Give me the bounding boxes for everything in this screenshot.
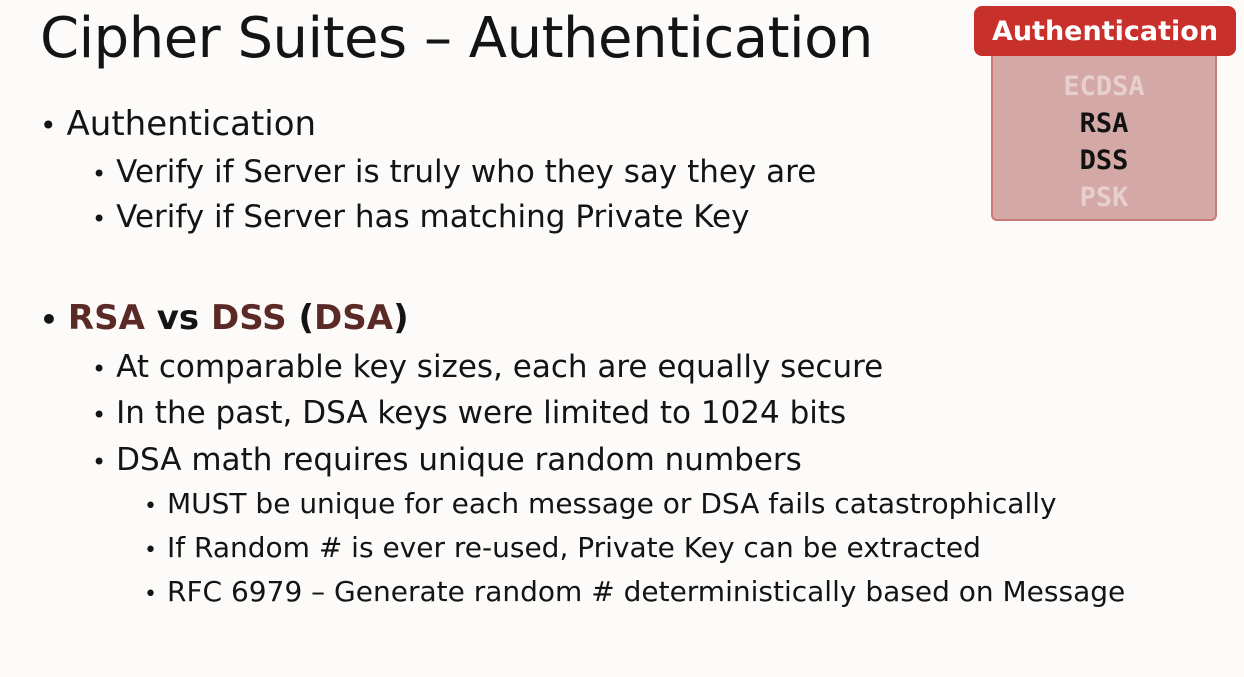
bullet-text: If Random # is ever re-used, Private Key… (166, 531, 981, 564)
bullet-comparable-security: • At comparable key sizes, each are equa… (92, 349, 883, 385)
sub-bullet-must-be-unique: • MUST be unique for each message or DSA… (144, 487, 1057, 520)
bullet-dot: • (144, 494, 157, 519)
bullet-dot: • (40, 109, 57, 142)
bullet-text: DSA math requires unique random numbers (116, 442, 802, 478)
bullet-text: Authentication (66, 104, 317, 144)
bullet-dot: • (144, 582, 157, 607)
bullet-dot: • (92, 448, 107, 476)
bullet-text: At comparable key sizes, each are equall… (116, 349, 884, 385)
bullet-text: RFC 6979 – Generate random # determinist… (166, 575, 1126, 608)
auth-option-ecdsa: ECDSA (1063, 71, 1145, 102)
bullet-authentication: • Authentication (40, 104, 316, 144)
term-dss: DSS (210, 298, 287, 338)
bullet-dsa-key-limit: • In the past, DSA keys were limited to … (92, 395, 846, 431)
sub-bullet-rfc-6979: • RFC 6979 – Generate random # determini… (144, 575, 1125, 608)
bullet-dot: • (92, 160, 107, 188)
bullet-rsa-vs-dss: • RSA vs DSS (DSA) (40, 298, 409, 338)
auth-option-rsa: RSA (1079, 108, 1129, 139)
bullet-verify-identity: • Verify if Server is truly who they say… (92, 154, 816, 190)
paren-close: ) (393, 298, 409, 338)
term-vs: vs (144, 298, 211, 338)
bullet-dsa-random-numbers: • DSA math requires unique random number… (92, 442, 802, 478)
term-dsa: DSA (314, 298, 394, 338)
bullet-text: Verify if Server has matching Private Ke… (116, 199, 750, 235)
auth-option-psk: PSK (1079, 182, 1129, 213)
bullet-verify-key: • Verify if Server has matching Private … (92, 199, 749, 235)
paren-open: ( (286, 298, 315, 338)
bullet-text: MUST be unique for each message or DSA f… (166, 487, 1057, 520)
term-rsa: RSA (67, 298, 145, 338)
auth-options-list: ECDSA RSA DSS PSK (991, 68, 1217, 216)
bullet-dot: • (144, 538, 157, 563)
bullet-text: In the past, DSA keys were limited to 10… (116, 395, 847, 431)
bullet-dot: • (40, 303, 58, 336)
auth-option-dss: DSS (1079, 145, 1129, 176)
bullet-dot: • (92, 401, 107, 429)
bullet-text: RSA vs DSS (DSA) (68, 298, 409, 338)
auth-panel-header: Authentication (974, 6, 1236, 56)
sub-bullet-reuse-extraction: • If Random # is ever re-used, Private K… (144, 531, 981, 564)
slide: Cipher Suites – Authentication • Authent… (0, 0, 1244, 677)
bullet-text: Verify if Server is truly who they say t… (116, 154, 817, 190)
bullet-dot: • (92, 205, 107, 233)
bullet-dot: • (92, 355, 107, 383)
slide-title: Cipher Suites – Authentication (40, 6, 873, 71)
